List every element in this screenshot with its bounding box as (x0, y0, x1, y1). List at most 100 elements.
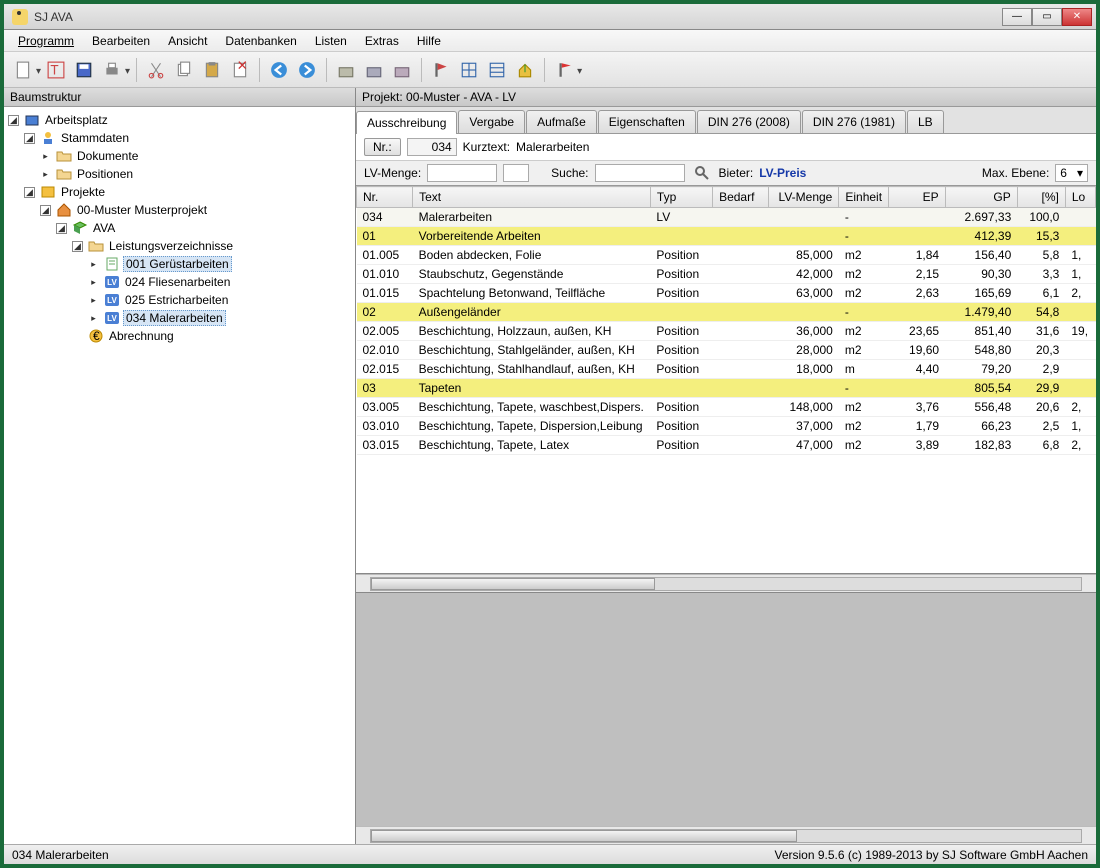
svg-text:✕: ✕ (237, 61, 248, 73)
tree-lv-025[interactable]: ▸ LV 025 Estricharbeiten (6, 291, 353, 309)
col-header[interactable]: Lo (1065, 187, 1095, 208)
tab-din2008[interactable]: DIN 276 (2008) (697, 110, 801, 133)
print-icon[interactable] (99, 57, 125, 83)
nr-field: 034 (407, 138, 457, 156)
menu-bearbeiten[interactable]: Bearbeiten (84, 32, 158, 50)
maximize-button[interactable]: ▭ (1032, 8, 1062, 26)
folder-icon (56, 148, 72, 164)
tab-ausschreibung[interactable]: Ausschreibung (356, 111, 457, 134)
tree-ava[interactable]: ◢ AVA (6, 219, 353, 237)
tree-lv-024[interactable]: ▸ LV 024 Fliesenarbeiten (6, 273, 353, 291)
menu-ansicht[interactable]: Ansicht (160, 32, 215, 50)
menu-listen[interactable]: Listen (307, 32, 355, 50)
tree-stammdaten[interactable]: ◢ Stammdaten (6, 129, 353, 147)
grid-a-icon[interactable] (456, 57, 482, 83)
lv-icon: LV (104, 292, 120, 308)
forward-icon[interactable] (294, 57, 320, 83)
new-icon[interactable] (10, 57, 36, 83)
table-row[interactable]: 01.005Boden abdecken, FoliePosition85,00… (357, 246, 1096, 265)
table-row[interactable]: 03Tapeten-805,5429,9 (357, 379, 1096, 398)
status-bar: 034 Malerarbeiten Version 9.5.6 (c) 1989… (4, 844, 1096, 864)
projekte-icon (40, 184, 56, 200)
cut-icon[interactable] (143, 57, 169, 83)
tree-view[interactable]: ◢ Arbeitsplatz ◢ Stammdaten ▸ Dokumente … (4, 107, 355, 844)
print-dropdown-icon[interactable] (127, 63, 130, 77)
tree-musterprojekt[interactable]: ◢ 00-Muster Musterprojekt (6, 201, 353, 219)
suche-input[interactable] (595, 164, 685, 182)
menu-hilfe[interactable]: Hilfe (409, 32, 449, 50)
table-row[interactable]: 03.010Beschichtung, Tapete, Dispersion,L… (357, 417, 1096, 436)
delete-icon[interactable]: ✕ (227, 57, 253, 83)
col-header[interactable]: Typ (650, 187, 712, 208)
tree-abrechnung[interactable]: € Abrechnung (6, 327, 353, 345)
data-grid[interactable]: Nr.TextTypBedarfLV-MengeEinheitEPGP[%]Lo… (356, 186, 1096, 574)
table-row[interactable]: 034MalerarbeitenLV-2.697,33100,0 (357, 208, 1096, 227)
tree-positionen[interactable]: ▸ Positionen (6, 165, 353, 183)
tab-vergabe[interactable]: Vergabe (458, 110, 525, 133)
tree-lv-001[interactable]: ▸ 001 Gerüstarbeiten (6, 255, 353, 273)
table-row[interactable]: 01.015Spachtelung Betonwand, TeilflächeP… (357, 284, 1096, 303)
tool-b-icon[interactable] (361, 57, 387, 83)
tab-aufmasse[interactable]: Aufmaße (526, 110, 597, 133)
back-icon[interactable] (266, 57, 292, 83)
table-row[interactable]: 02.015Beschichtung, Stahlhandlauf, außen… (357, 360, 1096, 379)
col-header[interactable]: Text (413, 187, 651, 208)
tree-lv-034[interactable]: ▸ LV 034 Malerarbeiten (6, 309, 353, 327)
col-header[interactable]: LV-Menge (769, 187, 839, 208)
flag-icon[interactable] (428, 57, 454, 83)
detail-h-scrollbar[interactable] (356, 826, 1096, 844)
lvmenge-input[interactable] (427, 164, 497, 182)
col-header[interactable]: EP (889, 187, 945, 208)
text-icon[interactable]: T (43, 57, 69, 83)
nr-button[interactable]: Nr.: (364, 138, 401, 156)
col-header[interactable]: Nr. (357, 187, 413, 208)
table-row[interactable]: 03.015Beschichtung, Tapete, LatexPositio… (357, 436, 1096, 455)
paste-icon[interactable] (199, 57, 225, 83)
menu-programm[interactable]: Programm (10, 32, 82, 50)
bieter-value[interactable]: LV-Preis (759, 166, 806, 180)
lvmenge-unit-input[interactable] (503, 164, 529, 182)
lvmenge-label: LV-Menge: (364, 166, 421, 180)
status-left: 034 Malerarbeiten (12, 848, 109, 862)
tab-lb[interactable]: LB (907, 110, 944, 133)
maxebene-label: Max. Ebene: (982, 166, 1049, 180)
sidebar: Baumstruktur ◢ Arbeitsplatz ◢ Stammdaten… (4, 88, 356, 844)
table-row[interactable]: 01Vorbereitende Arbeiten-412,3915,3 (357, 227, 1096, 246)
tool-a-icon[interactable] (333, 57, 359, 83)
lv-doc-icon (104, 256, 120, 272)
col-header[interactable]: [%] (1017, 187, 1065, 208)
col-header[interactable]: GP (945, 187, 1017, 208)
tree-projekte[interactable]: ◢ Projekte (6, 183, 353, 201)
maxebene-select[interactable]: 6▾ (1055, 164, 1088, 182)
svg-text:T: T (50, 62, 58, 77)
window-title: SJ AVA (34, 10, 1002, 24)
table-row[interactable]: 02.010Beschichtung, Stahlgeländer, außen… (357, 341, 1096, 360)
menu-extras[interactable]: Extras (357, 32, 407, 50)
tab-eigenschaften[interactable]: Eigenschaften (598, 110, 696, 133)
export-icon[interactable] (512, 57, 538, 83)
table-row[interactable]: 01.010Staubschutz, GegenständePosition42… (357, 265, 1096, 284)
lv-icon: LV (104, 310, 120, 326)
search-icon[interactable] (694, 165, 710, 181)
red-flag-dropdown-icon[interactable] (579, 63, 582, 77)
col-header[interactable]: Bedarf (713, 187, 769, 208)
save-icon[interactable] (71, 57, 97, 83)
tool-c-icon[interactable] (389, 57, 415, 83)
tree-root[interactable]: ◢ Arbeitsplatz (6, 111, 353, 129)
col-header[interactable]: Einheit (839, 187, 889, 208)
new-dropdown-icon[interactable] (38, 63, 41, 77)
close-button[interactable]: ✕ (1062, 8, 1092, 26)
minimize-button[interactable]: — (1002, 8, 1032, 26)
grid-b-icon[interactable] (484, 57, 510, 83)
table-row[interactable]: 02.005Beschichtung, Holzzaun, außen, KHP… (357, 322, 1096, 341)
table-row[interactable]: 02Außengeländer-1.479,4054,8 (357, 303, 1096, 322)
tab-din1981[interactable]: DIN 276 (1981) (802, 110, 906, 133)
table-row[interactable]: 03.005Beschichtung, Tapete, waschbest,Di… (357, 398, 1096, 417)
red-flag-icon[interactable] (551, 57, 577, 83)
copy-icon[interactable] (171, 57, 197, 83)
tree-lv-folder[interactable]: ◢ Leistungsverzeichnisse (6, 237, 353, 255)
menu-datenbanken[interactable]: Datenbanken (217, 32, 304, 50)
tree-dokumente[interactable]: ▸ Dokumente (6, 147, 353, 165)
h-scrollbar[interactable] (356, 574, 1096, 592)
kurztext-value: Malerarbeiten (516, 140, 589, 154)
